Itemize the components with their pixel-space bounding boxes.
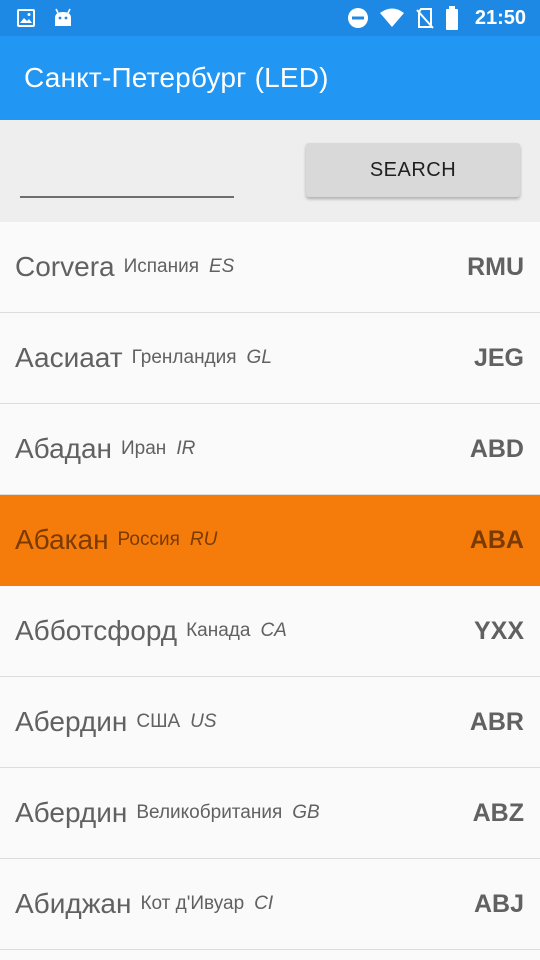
country-code: RU <box>189 529 218 550</box>
list-item[interactable]: Аасиаат Гренландия GL JEG <box>0 313 540 404</box>
airport-code: ABJ <box>473 889 524 918</box>
search-area: SEARCH <box>0 120 540 222</box>
list-item[interactable]: Абердин Великобритания GB ABZ <box>0 768 540 859</box>
country-name: Иран <box>121 438 167 459</box>
page-title: Санкт-Петербург (LED) <box>24 62 329 93</box>
battery-icon <box>445 6 459 30</box>
airport-code: YXX <box>473 616 524 645</box>
airport-code: RMU <box>467 252 524 281</box>
country-name: Гренландия <box>131 347 237 368</box>
city-name: Абиджан <box>15 888 132 919</box>
do-not-disturb-icon <box>347 7 369 29</box>
country-name: Россия <box>117 529 180 550</box>
airport-code: ABA <box>469 525 524 554</box>
airport-code: ABZ <box>472 798 524 827</box>
city-name: Абердин <box>15 797 128 828</box>
airport-code: ABD <box>469 434 524 463</box>
list-item[interactable]: Абиджан Кот д'Ивуар CI ABJ <box>0 859 540 950</box>
image-icon <box>16 8 36 28</box>
city-name: Абакан <box>15 524 109 555</box>
city-name: Абердин <box>15 706 128 737</box>
city-name: Corvera <box>15 251 115 282</box>
list-item[interactable]: Абадан Иран IR ABD <box>0 404 540 495</box>
airport-code: JEG <box>473 343 524 372</box>
country-name: Испания <box>123 256 199 277</box>
airport-code: ABR <box>469 707 524 736</box>
country-name: Канада <box>186 620 251 641</box>
city-name: Абадан <box>15 433 113 464</box>
country-code: ES <box>209 256 235 277</box>
list-item[interactable]: Абердин США US ABR <box>0 677 540 768</box>
city-name: Абботсфорд <box>15 615 178 646</box>
results-list: Corvera Испания ES RMU Аасиаат Гренланди… <box>0 222 540 950</box>
city-name: Аасиаат <box>15 342 123 373</box>
country-code: CA <box>260 620 287 641</box>
country-code: US <box>190 711 217 732</box>
search-input[interactable] <box>20 166 234 198</box>
status-bar: 21:50 <box>0 0 540 36</box>
list-item[interactable]: Corvera Испания ES RMU <box>0 222 540 313</box>
country-name: Великобритания <box>136 802 283 823</box>
android-icon <box>52 8 74 28</box>
country-code: GB <box>292 802 320 823</box>
list-item-selected[interactable]: Абакан Россия RU ABA <box>0 495 540 586</box>
country-name: США <box>136 711 181 732</box>
country-code: CI <box>254 893 274 914</box>
country-name: Кот д'Ивуар <box>140 893 245 914</box>
search-button[interactable]: SEARCH <box>306 143 520 197</box>
list-item[interactable]: Абботсфорд Канада CA YXX <box>0 586 540 677</box>
wifi-icon <box>379 7 405 29</box>
clock: 21:50 <box>474 6 526 29</box>
country-code: GL <box>246 347 272 368</box>
country-code: IR <box>176 438 196 459</box>
no-sim-icon <box>415 7 435 29</box>
app-bar: Санкт-Петербург (LED) <box>0 36 540 120</box>
